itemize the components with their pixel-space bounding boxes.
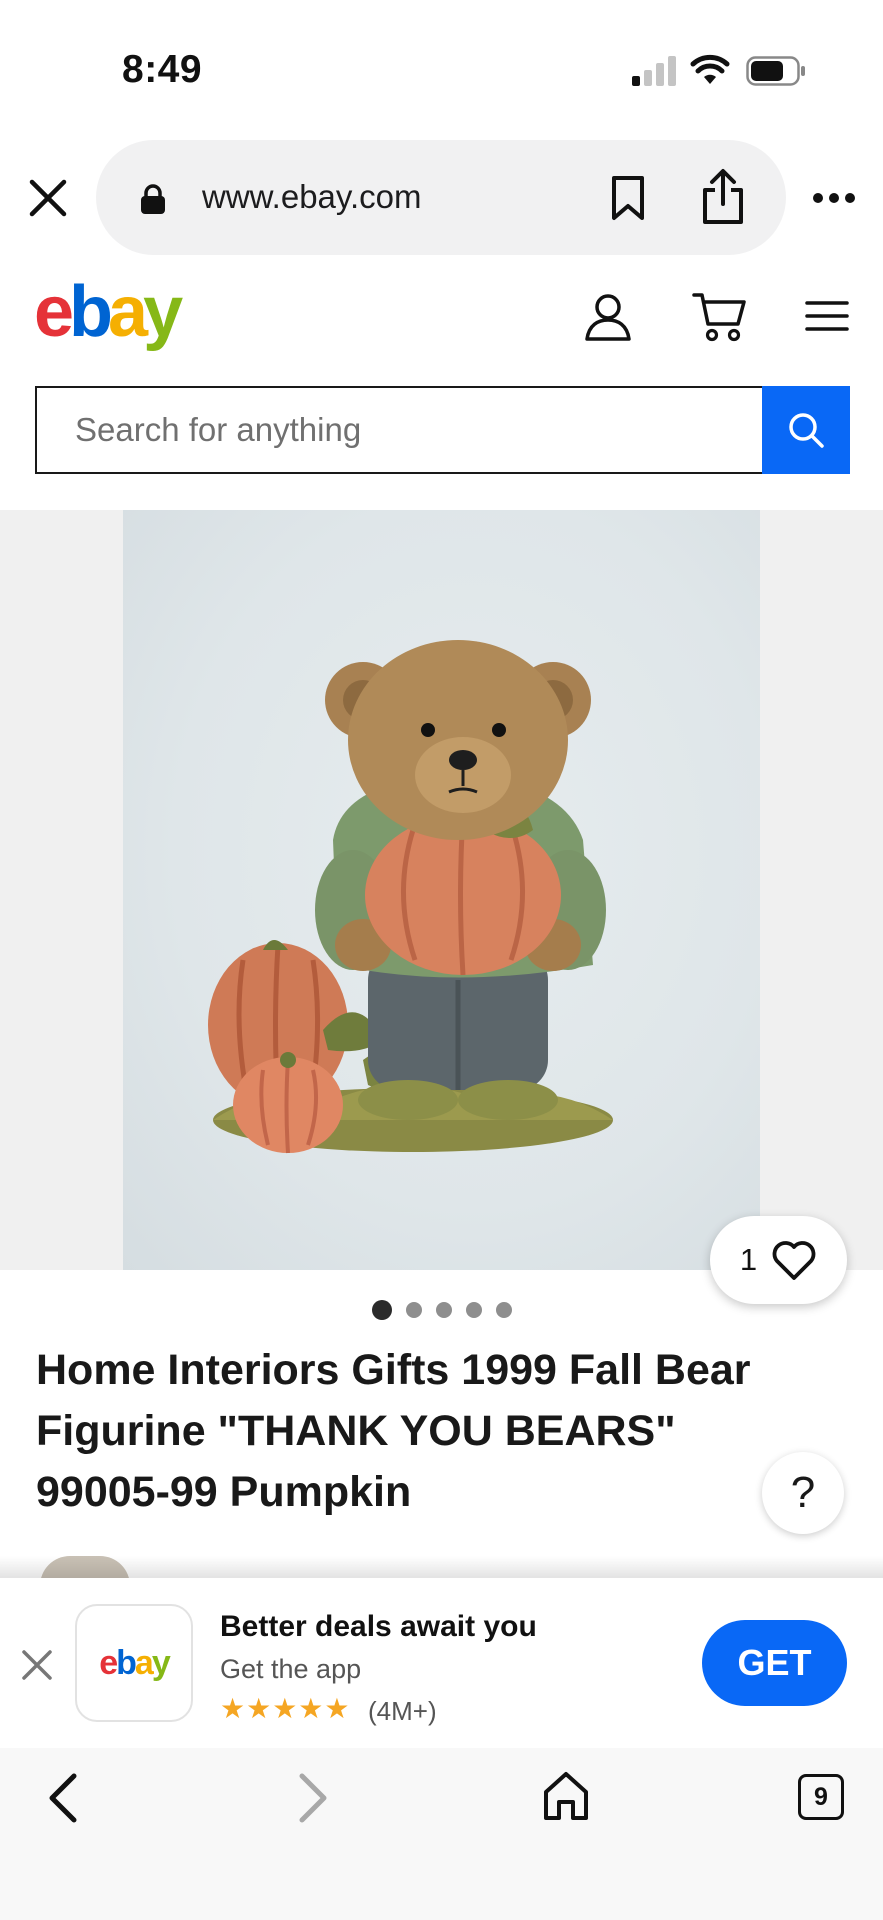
app-icon-logo: ebay: [99, 1643, 171, 1683]
pagination-dot[interactable]: [436, 1302, 452, 1318]
bookmark-icon[interactable]: [608, 174, 648, 222]
pagination-dot-active[interactable]: [372, 1300, 392, 1320]
battery-icon: [746, 56, 805, 86]
menu-icon[interactable]: [805, 300, 849, 332]
url-text[interactable]: www.ebay.com: [202, 178, 421, 216]
logo-letter-a: a: [134, 1643, 154, 1682]
logo-letter-y: y: [151, 1643, 171, 1682]
home-icon[interactable]: [542, 1770, 590, 1822]
cart-icon[interactable]: [692, 290, 748, 344]
logo-letter-b: b: [116, 1643, 137, 1682]
banner-close-icon[interactable]: [20, 1648, 54, 1682]
close-icon[interactable]: [26, 176, 70, 220]
pagination-dot[interactable]: [466, 1302, 482, 1318]
banner-shadow: [0, 1556, 883, 1580]
wifi-icon: [690, 54, 730, 84]
lock-icon: [141, 184, 165, 214]
pagination-dot[interactable]: [406, 1302, 422, 1318]
logo-letter-y: y: [143, 272, 183, 352]
help-button[interactable]: ?: [762, 1452, 844, 1534]
logo-letter-a: a: [108, 272, 148, 352]
rating-count: (4M+): [368, 1696, 437, 1726]
logo-letter-b: b: [69, 272, 113, 352]
address-bar[interactable]: [96, 140, 786, 255]
image-pagination[interactable]: [372, 1300, 512, 1320]
product-image[interactable]: [123, 510, 760, 1270]
ebay-app-icon[interactable]: ebay: [75, 1604, 193, 1722]
search-button[interactable]: [762, 386, 850, 474]
logo-letter-e: e: [34, 272, 74, 352]
forward-arrow-icon[interactable]: [296, 1772, 332, 1824]
status-time: 8:49: [122, 48, 203, 91]
rating-stars: ★★★★★: [220, 1693, 351, 1724]
banner-subtitle: Get the app: [220, 1654, 362, 1684]
search-icon: [789, 413, 824, 448]
more-options-icon[interactable]: [812, 190, 856, 206]
cellular-signal-icon: [632, 56, 676, 86]
ebay-logo[interactable]: ebay: [34, 272, 183, 352]
heart-icon: [772, 1241, 816, 1280]
pagination-dot[interactable]: [496, 1302, 512, 1318]
back-arrow-icon[interactable]: [44, 1772, 80, 1824]
logo-letter-e: e: [99, 1643, 118, 1682]
watch-button[interactable]: 1: [710, 1216, 847, 1304]
listing-title: Home Interiors Gifts 1999 Fall Bear Figu…: [36, 1346, 751, 1516]
tabs-button[interactable]: 9: [798, 1774, 844, 1820]
banner-title: Better deals await you: [220, 1610, 537, 1643]
page: 8:49 www.ebay.com ebay Search for anythi…: [0, 0, 883, 1920]
get-app-button[interactable]: GET: [702, 1620, 847, 1706]
bear-figurine-illustration: [208, 640, 613, 1154]
browser-toolbar: [0, 1748, 883, 1920]
watch-count: 1: [739, 1242, 758, 1277]
share-icon[interactable]: [700, 168, 746, 226]
account-icon[interactable]: [584, 292, 632, 342]
search-input[interactable]: [37, 388, 761, 472]
